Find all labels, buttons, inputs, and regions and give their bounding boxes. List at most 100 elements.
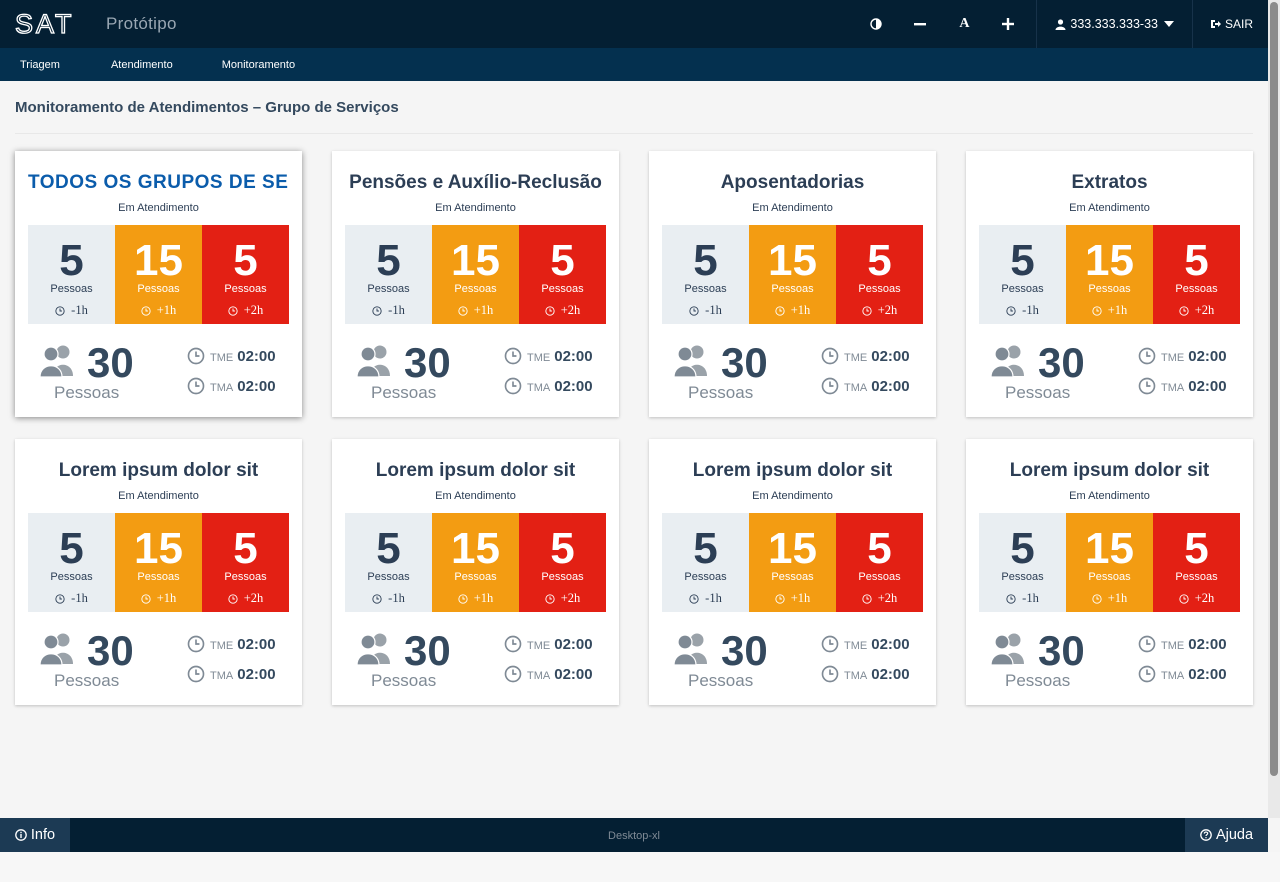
chevron-down-icon	[1163, 21, 1174, 27]
stat-time: -1h	[1022, 303, 1039, 317]
font-reset-button[interactable]: A	[942, 0, 986, 48]
tma-label: TMA	[210, 669, 234, 682]
stat-over-2h: 5 Pessoas +2h	[519, 513, 606, 612]
contrast-button[interactable]	[854, 0, 898, 48]
footer: Info Desktop-xl Ajuda	[0, 818, 1268, 852]
tme-value: 02:00	[871, 635, 910, 653]
stat-value: 5	[376, 236, 401, 285]
stat-under-1h: 5 Pessoas -1h	[662, 225, 749, 324]
nav-item-atendimento[interactable]: Atendimento	[111, 59, 173, 71]
sat-logo[interactable]: SAT	[15, 11, 89, 37]
clock-icon	[862, 593, 872, 604]
tme-label: TME	[527, 639, 551, 652]
tma-value: 02:00	[554, 665, 593, 683]
users-icon	[39, 633, 73, 666]
stat-time: +2h	[560, 303, 581, 317]
clock-icon	[504, 665, 522, 683]
wait-stats: 5 Pessoas -1h 15 Pessoas +1h 5 Pessoas +2h	[979, 225, 1240, 324]
user-menu[interactable]: 333.333.333-33	[1036, 0, 1193, 48]
stat-label: Pessoas	[771, 571, 814, 583]
total-label: Pessoas	[54, 671, 120, 690]
stat-over-1h: 15 Pessoas +1h	[115, 513, 202, 612]
wait-stats: 5 Pessoas -1h 15 Pessoas +1h 5 Pessoas +2h	[28, 225, 289, 324]
service-group-card[interactable]: Lorem ipsum dolor sit Em Atendimento 5 Pess…	[649, 439, 936, 705]
page-title: Monitoramento de Atendimentos – Grupo de…	[15, 99, 399, 116]
card-status: Em Atendimento	[1069, 202, 1150, 214]
clock-icon	[1138, 665, 1156, 683]
stat-time: +1h	[1107, 591, 1128, 605]
tme-value: 02:00	[1188, 635, 1227, 653]
service-group-card[interactable]: Lorem ipsum dolor sit Em Atendimento 5 Pess…	[966, 439, 1253, 705]
clock-icon	[187, 635, 205, 653]
user-id: 333.333.333-33	[1070, 17, 1158, 31]
stat-value: 15	[134, 524, 183, 573]
service-group-card[interactable]: Lorem ipsum dolor sit Em Atendimento 5 Pess…	[332, 439, 619, 705]
nav-item-monitoramento[interactable]: Monitoramento	[222, 59, 295, 71]
service-group-card[interactable]: Extratos Em Atendimento 5 Pessoas -1h 15 Pesso…	[966, 151, 1253, 417]
wait-stats: 5 Pessoas -1h 15 Pessoas +1h 5 Pessoas +2h	[662, 513, 923, 612]
stat-label: Pessoas	[541, 571, 584, 583]
card-title: Lorem ipsum dolor sit	[1009, 460, 1210, 481]
stat-value: 15	[768, 236, 817, 285]
increase-font-button[interactable]	[986, 0, 1030, 48]
clock-icon	[55, 593, 65, 604]
stat-time: -1h	[388, 591, 405, 605]
tme-value: 02:00	[871, 347, 910, 365]
stat-value: 5	[59, 524, 84, 573]
stat-time: +2h	[877, 591, 898, 605]
users-icon	[990, 633, 1024, 666]
total-count: 30	[1038, 627, 1085, 674]
wait-stats: 5 Pessoas -1h 15 Pessoas +1h 5 Pessoas +2h	[345, 225, 606, 324]
wait-stats: 5 Pessoas -1h 15 Pessoas +1h 5 Pessoas +2h	[662, 225, 923, 324]
tme-label: TME	[1161, 351, 1185, 364]
service-group-card[interactable]: Aposentadorias Em Atendimento 5 Pessoas -1h 1…	[649, 151, 936, 417]
clock-icon	[458, 593, 468, 604]
service-group-card[interactable]: Lorem ipsum dolor sit Em Atendimento 5 Pess…	[15, 439, 302, 705]
clock-icon	[821, 377, 839, 395]
tma-label: TMA	[844, 381, 868, 394]
stat-time: +1h	[156, 591, 177, 605]
stat-over-2h: 5 Pessoas +2h	[1153, 513, 1240, 612]
stat-time: -1h	[71, 303, 88, 317]
tme-label: TME	[210, 351, 234, 364]
stat-value: 5	[1184, 236, 1209, 285]
clock-icon	[545, 593, 555, 604]
logout-button[interactable]: SAIR	[1193, 0, 1268, 48]
clock-icon	[504, 347, 522, 365]
stat-over-2h: 5 Pessoas +2h	[202, 225, 289, 324]
users-icon	[356, 633, 390, 666]
tme-label: TME	[210, 639, 234, 652]
stat-value: 5	[1010, 236, 1035, 285]
stat-value: 5	[867, 236, 892, 285]
help-button[interactable]: Ajuda	[1185, 818, 1268, 852]
stat-time: +1h	[473, 591, 494, 605]
tma-value: 02:00	[237, 377, 276, 395]
user-icon	[1055, 18, 1066, 30]
total-count: 30	[404, 339, 451, 386]
card-title: Lorem ipsum dolor sit	[692, 460, 893, 481]
clock-icon	[504, 635, 522, 653]
tma-label: TMA	[1161, 381, 1185, 394]
stat-under-1h: 5 Pessoas -1h	[662, 513, 749, 612]
stat-under-1h: 5 Pessoas -1h	[28, 513, 115, 612]
clock-icon	[1179, 593, 1189, 604]
decrease-font-button[interactable]	[898, 0, 942, 48]
service-group-card[interactable]: TODOS OS GRUPOS DE SE... Em Atendimento 5 P…	[15, 151, 302, 417]
stat-over-1h: 15 Pessoas +1h	[432, 513, 519, 612]
service-group-card[interactable]: Pensões e Auxílio-Reclusão Em Atendimento…	[332, 151, 619, 417]
stat-label: Pessoas	[684, 283, 727, 295]
stat-time: +1h	[790, 303, 811, 317]
stat-over-1h: 15 Pessoas +1h	[749, 513, 836, 612]
stat-label: Pessoas	[224, 283, 267, 295]
stat-value: 5	[550, 236, 575, 285]
clock-icon	[821, 665, 839, 683]
tma-label: TMA	[210, 381, 234, 394]
clock-icon	[458, 305, 468, 316]
clock-icon	[1092, 593, 1102, 604]
tma-value: 02:00	[1188, 377, 1227, 395]
nav-item-triagem[interactable]: Triagem	[20, 59, 60, 71]
stat-time: +1h	[1107, 303, 1128, 317]
scrollbar-thumb[interactable]	[1270, 2, 1278, 776]
tma-value: 02:00	[554, 377, 593, 395]
stat-value: 15	[451, 524, 500, 573]
